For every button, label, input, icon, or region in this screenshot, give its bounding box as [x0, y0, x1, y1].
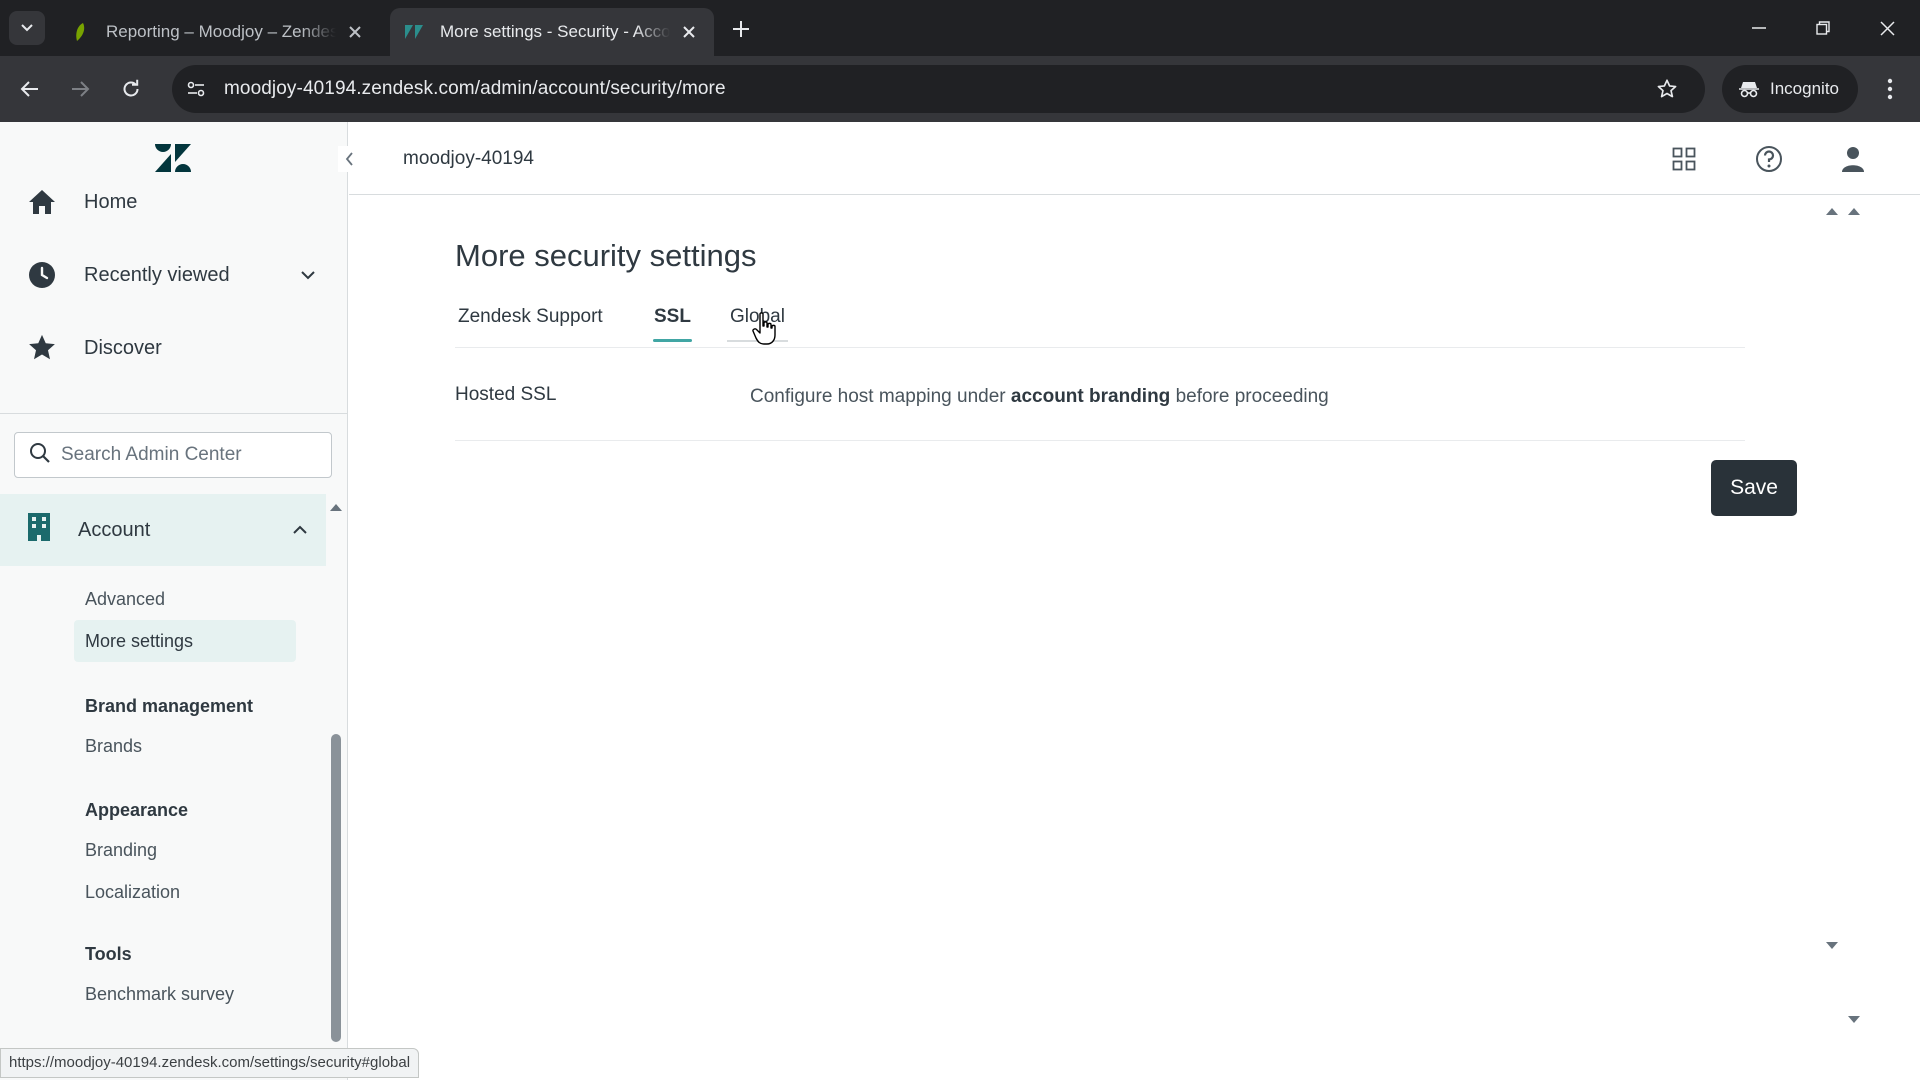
sidebar-scroll-up-icon[interactable]	[330, 498, 342, 516]
user-avatar-icon[interactable]	[1836, 142, 1870, 176]
sidebar-item-recently-viewed[interactable]: Recently viewed	[0, 245, 336, 305]
home-icon	[26, 186, 58, 218]
browser-tab-strip: Reporting – Moodjoy – Zendesk More setti…	[0, 0, 1920, 56]
more-vertical-icon	[1887, 78, 1893, 100]
sidebar-subitem-localization[interactable]: Localization	[74, 871, 296, 913]
sidebar-item-account[interactable]: Account	[0, 494, 326, 566]
close-tab-icon[interactable]	[344, 21, 366, 43]
reload-button[interactable]	[112, 70, 150, 108]
main-content: More security settings Zendesk Support S…	[349, 196, 1920, 1080]
tab-search-button[interactable]	[9, 11, 45, 45]
save-button[interactable]: Save	[1711, 460, 1797, 516]
browser-menu-button[interactable]	[1872, 70, 1908, 108]
site-info-icon[interactable]	[176, 69, 216, 109]
sidebar-subitem-branding[interactable]: Branding	[74, 829, 296, 871]
search-icon	[29, 442, 51, 469]
chevron-up-icon	[292, 518, 308, 541]
account-branding-link[interactable]: account branding	[1011, 386, 1170, 407]
star-icon	[26, 332, 58, 364]
incognito-icon	[1739, 82, 1759, 98]
product-tray-icon[interactable]	[1667, 142, 1701, 176]
help-icon[interactable]	[1752, 142, 1786, 176]
admin-header: moodjoy-40194	[349, 122, 1920, 195]
arrow-right-icon	[72, 81, 90, 97]
sidebar-item-home[interactable]: Home	[0, 172, 336, 232]
admin-search[interactable]	[14, 432, 332, 478]
settings-tabs: Zendesk Support SSL Global	[455, 296, 1745, 348]
search-input[interactable]	[61, 444, 311, 466]
tab-zendesk-support[interactable]: Zendesk Support	[455, 306, 606, 342]
sidebar-item-label: Home	[84, 190, 138, 213]
browser-tab-more-settings[interactable]: More settings - Security - Account	[390, 8, 714, 56]
zendesk-favicon-icon	[404, 22, 424, 42]
tab-title: Reporting – Moodjoy – Zendesk	[106, 22, 336, 41]
sidebar-group-heading: Tools	[85, 944, 132, 964]
back-button[interactable]	[11, 70, 49, 108]
zendesk-logo-icon[interactable]	[153, 142, 193, 176]
sidebar-item-discover[interactable]: Discover	[0, 318, 336, 378]
incognito-badge[interactable]: Incognito	[1722, 65, 1858, 113]
address-bar[interactable]: moodjoy-40194.zendesk.com/admin/account/…	[172, 65, 1705, 113]
sidebar-subitem-benchmark-survey[interactable]: Benchmark survey	[74, 973, 296, 1015]
scroll-up-icon[interactable]	[1848, 208, 1860, 215]
forward-button[interactable]	[61, 70, 99, 108]
account-subdomain: moodjoy-40194	[403, 148, 534, 169]
clock-icon	[26, 259, 58, 291]
admin-sidebar: Home Recently viewed Discover Search Adm…	[0, 122, 348, 1080]
bookmark-star-icon[interactable]	[1651, 73, 1683, 105]
incognito-label: Incognito	[1770, 79, 1839, 98]
page-title: More security settings	[455, 238, 757, 273]
chevron-down-icon	[300, 263, 316, 286]
admin-center-app: Home Recently viewed Discover Search Adm…	[0, 122, 1920, 1080]
sidebar-group-heading: Appearance	[85, 800, 189, 820]
sidebar-item-label: Discover	[84, 336, 162, 359]
sidebar-subitem-brands[interactable]: Brands	[74, 725, 296, 767]
hosted-ssl-label: Hosted SSL	[455, 384, 557, 405]
browser-tab-reporting[interactable]: Reporting – Moodjoy – Zendesk	[56, 8, 380, 56]
minimize-button[interactable]	[1728, 0, 1790, 56]
tab-ssl[interactable]: SSL	[651, 306, 694, 342]
collapse-sidebar-button[interactable]	[338, 146, 360, 172]
scroll-down-icon[interactable]	[1826, 942, 1838, 949]
chevron-left-icon	[345, 152, 353, 166]
restore-icon	[1816, 21, 1830, 35]
link-status-bar: https://moodjoy-40194.zendesk.com/settin…	[0, 1048, 420, 1078]
url-text: moodjoy-40194.zendesk.com/admin/account/…	[224, 78, 726, 99]
sidebar-group-heading: Brand management	[85, 696, 254, 716]
hosted-ssl-row: Hosted SSL Configure host mapping under …	[455, 348, 1745, 441]
plus-icon	[733, 21, 749, 37]
arrow-left-icon	[20, 81, 38, 97]
explore-leaf-icon	[70, 22, 90, 42]
close-icon	[1879, 20, 1895, 36]
chevron-down-icon	[21, 24, 33, 32]
restore-button[interactable]	[1792, 0, 1854, 56]
sidebar-item-label: Recently viewed	[84, 263, 230, 286]
new-tab-button[interactable]	[726, 14, 756, 44]
close-window-button[interactable]	[1856, 0, 1918, 56]
reload-icon	[123, 79, 139, 97]
sidebar-scrollbar[interactable]	[331, 734, 341, 1042]
sidebar-divider	[0, 413, 347, 414]
desc-text: before proceeding	[1170, 386, 1329, 407]
minimize-icon	[1752, 27, 1766, 29]
hosted-ssl-description: Configure host mapping under account bra…	[750, 386, 1329, 408]
scroll-down-icon[interactable]	[1848, 1016, 1860, 1023]
tab-title: More settings - Security - Account	[440, 22, 670, 41]
hand-pointer-cursor-icon	[752, 312, 778, 351]
browser-toolbar: moodjoy-40194.zendesk.com/admin/account/…	[0, 56, 1920, 122]
scroll-up-icon[interactable]	[1826, 208, 1838, 215]
desc-text: Configure host mapping under	[750, 386, 1011, 407]
close-tab-icon[interactable]	[678, 21, 700, 43]
building-icon	[26, 512, 52, 548]
sidebar-item-label: Account	[78, 518, 151, 541]
sidebar-subitem-advanced[interactable]: Advanced	[74, 578, 296, 620]
sidebar-subitem-more-settings[interactable]: More settings	[74, 620, 296, 662]
